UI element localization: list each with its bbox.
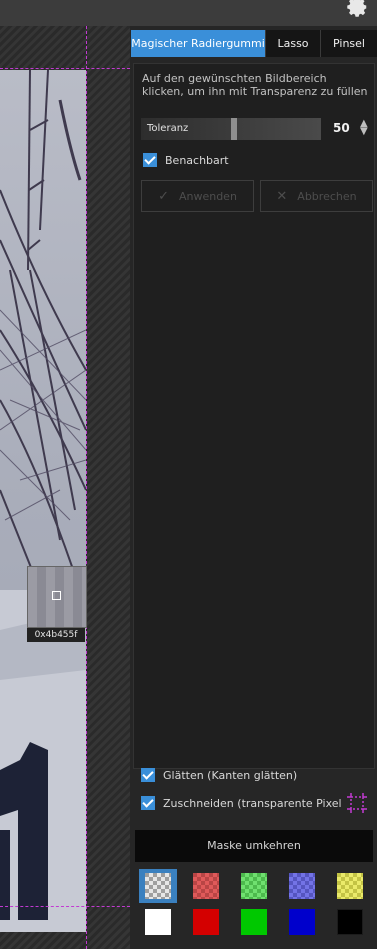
tab-magic-eraser[interactable]: Magischer Radiergummi [131, 30, 266, 57]
adjacent-checkbox[interactable] [143, 153, 157, 167]
swatch-transparent-blue[interactable] [289, 873, 315, 899]
tolerance-stepper-icon[interactable]: ▲ ▼ [360, 119, 368, 137]
smooth-checkbox[interactable] [141, 768, 155, 782]
crop-icon[interactable] [346, 792, 368, 814]
crop-checkbox-row[interactable]: Zuschneiden (transparente Pixel [141, 796, 342, 810]
photo-image [0, 70, 86, 932]
swatch-black[interactable] [337, 909, 363, 935]
tolerance-slider[interactable]: Toleranz [141, 118, 321, 140]
background-swatches [139, 869, 373, 939]
tolerance-value[interactable]: 50 [333, 121, 350, 135]
crop-guide-bottom [0, 906, 130, 907]
swatch-transparent-yellow[interactable] [337, 873, 363, 899]
check-icon: ✓ [158, 188, 169, 204]
swatch-blue[interactable] [289, 909, 315, 935]
color-code-readout: 0x4b455f [27, 628, 85, 642]
tolerance-control: Toleranz 50 ▲ ▼ [141, 118, 369, 142]
tolerance-label: Toleranz [147, 123, 189, 134]
adjacent-label: Benachbart [165, 153, 229, 167]
swatch-green[interactable] [241, 909, 267, 935]
tolerance-slider-thumb[interactable] [231, 118, 237, 140]
action-buttons: ✓ Anwenden ✕ Abbrechen [141, 180, 373, 212]
tab-lasso[interactable]: Lasso [266, 30, 321, 57]
tool-panel: Magischer Radiergummi Lasso Pinsel Auf d… [131, 30, 377, 949]
crop-label: Zuschneiden (transparente Pixel [163, 796, 342, 810]
crop-guide-vertical [86, 26, 87, 949]
gear-icon[interactable] [347, 0, 369, 18]
swatch-white[interactable] [145, 909, 171, 935]
apply-button[interactable]: ✓ Anwenden [141, 180, 254, 212]
top-bar [0, 0, 377, 26]
swatch-transparent-red[interactable] [193, 873, 219, 899]
crop-checkbox[interactable] [141, 796, 155, 810]
tab-brush[interactable]: Pinsel [321, 30, 377, 57]
adjacent-checkbox-row[interactable]: Benachbart [143, 153, 229, 167]
app-window: 0x4b455f Magischer Radiergummi Lasso Pin… [0, 0, 377, 949]
tool-description: Auf den gewünschten Bildbereich klicken,… [142, 72, 368, 98]
close-icon: ✕ [276, 188, 288, 204]
swatch-transparent[interactable] [145, 873, 171, 899]
crop-guide-top [0, 68, 130, 69]
swatch-transparent-green[interactable] [241, 873, 267, 899]
apply-label: Anwenden [178, 189, 237, 203]
invert-mask-button[interactable]: Maske umkehren [135, 830, 373, 862]
tool-options-box: Auf den gewünschten Bildbereich klicken,… [133, 63, 375, 769]
loupe-magnifier [27, 566, 87, 628]
picker-cursor [52, 591, 61, 600]
smooth-label: Glätten (Kanten glätten) [163, 768, 298, 782]
smooth-checkbox-row[interactable]: Glätten (Kanten glätten) [141, 768, 297, 782]
swatch-red[interactable] [193, 909, 219, 935]
cancel-label: Abbrechen [297, 189, 357, 203]
cancel-button[interactable]: ✕ Abbrechen [260, 180, 373, 212]
image-canvas[interactable]: 0x4b455f [0, 26, 130, 949]
tool-tabs: Magischer Radiergummi Lasso Pinsel [131, 30, 377, 57]
